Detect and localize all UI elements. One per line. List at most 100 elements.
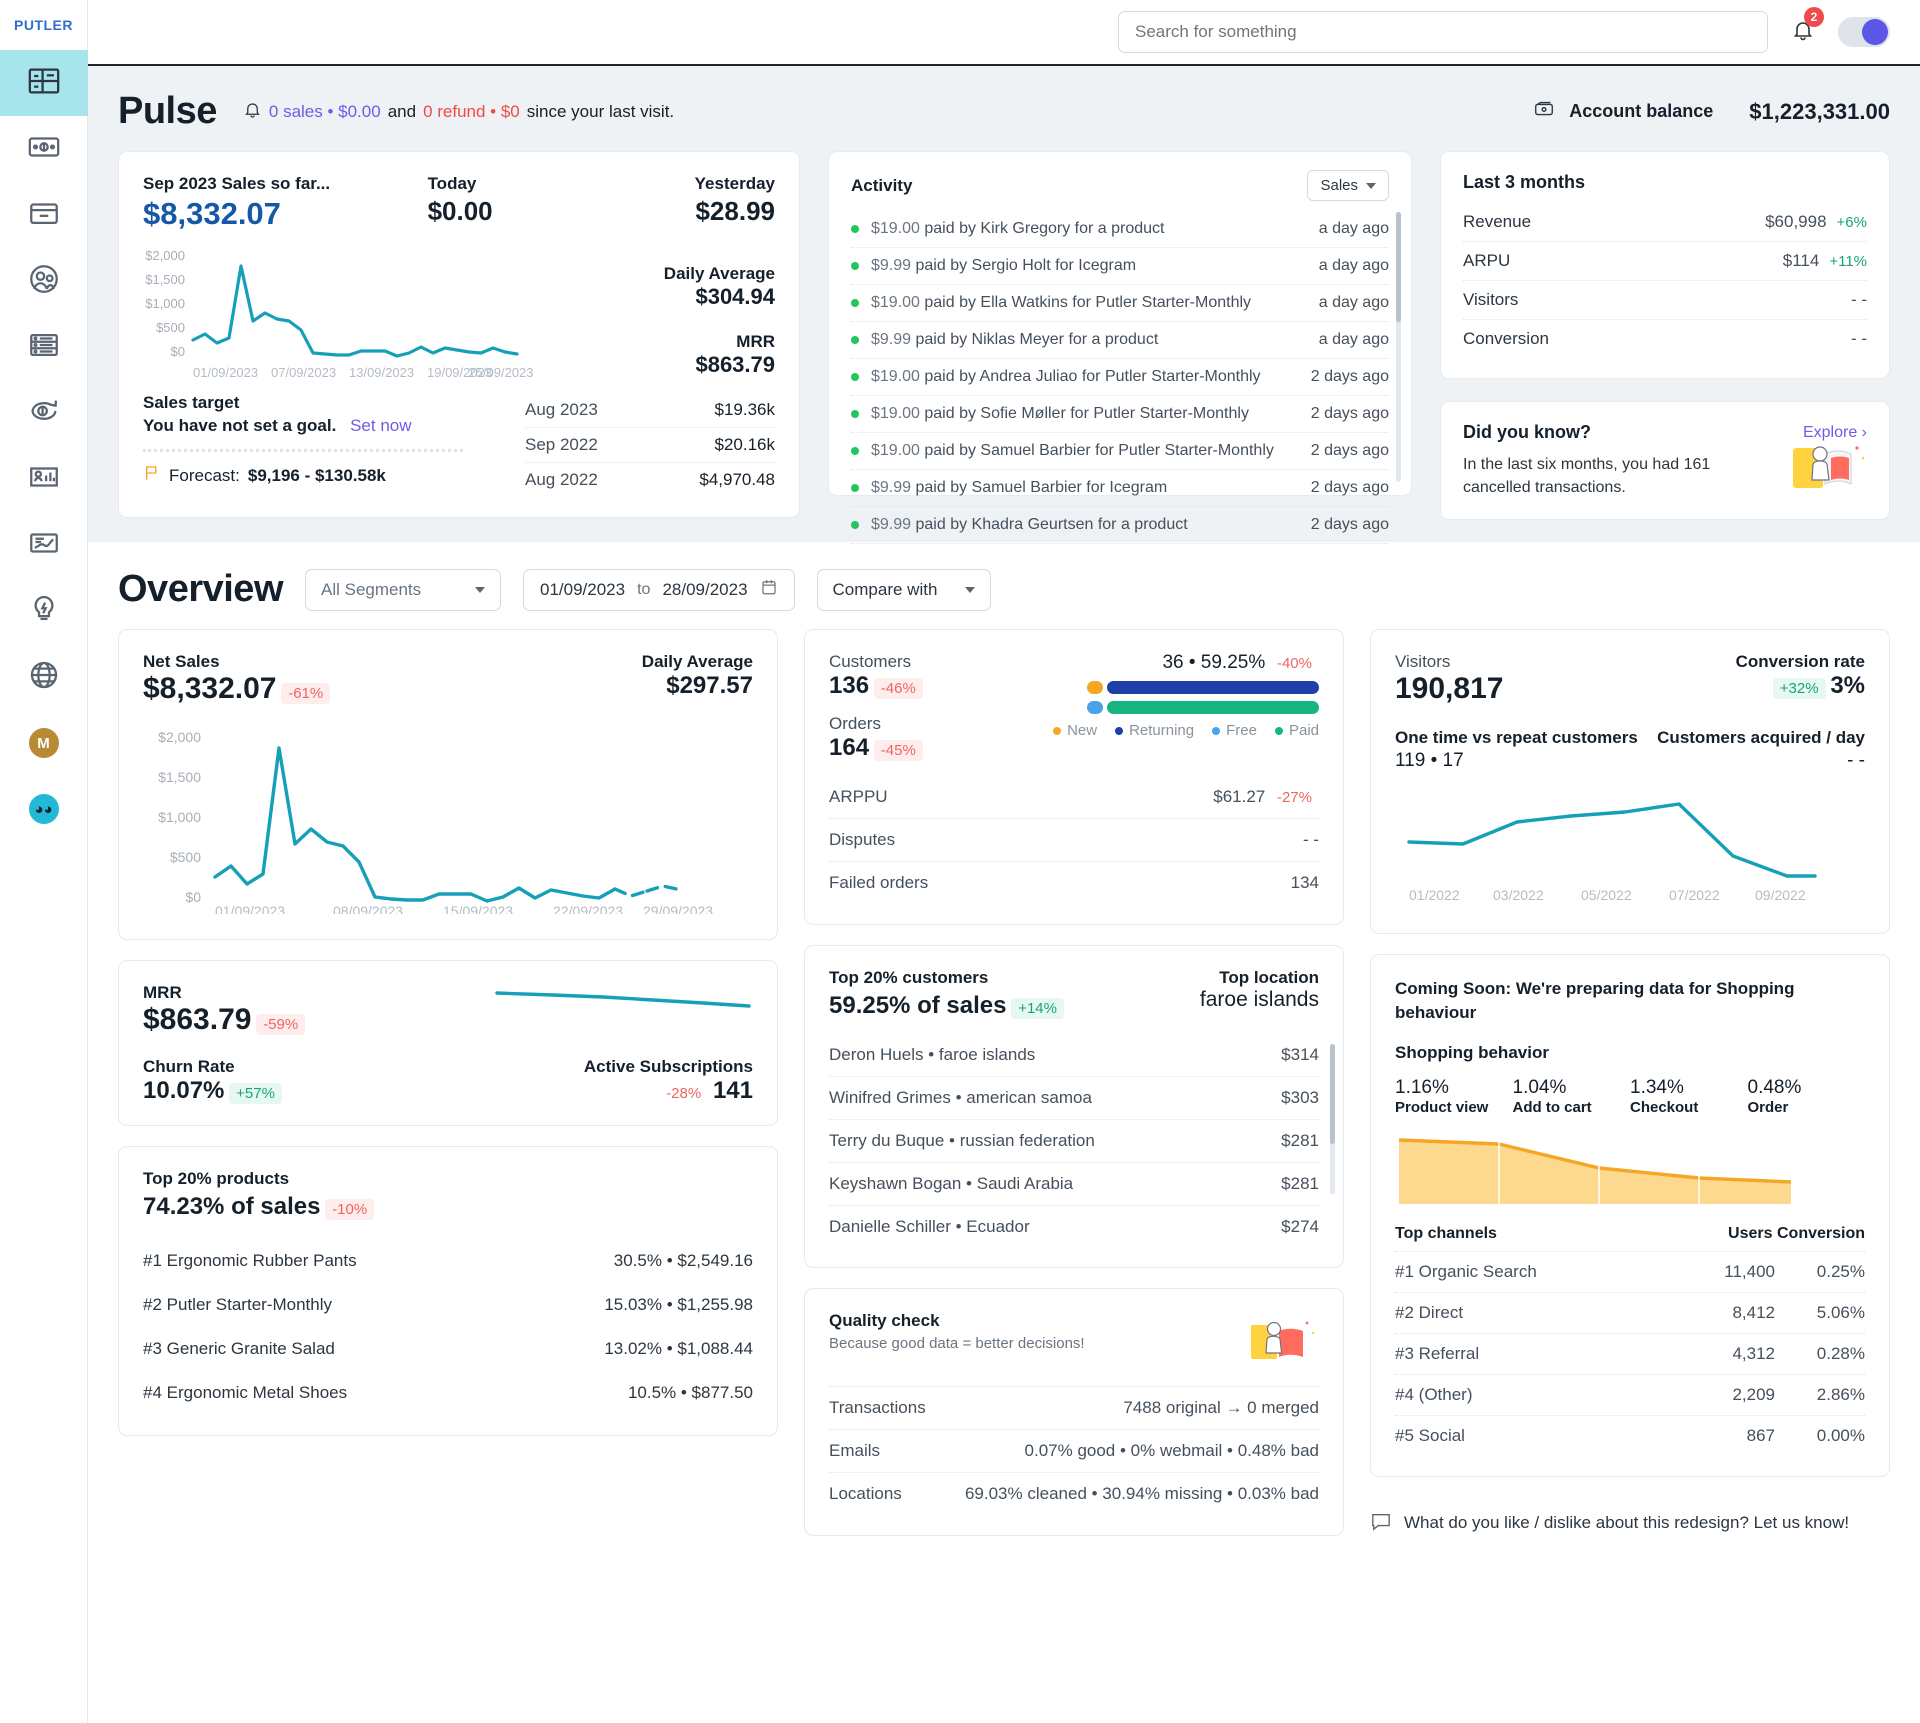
activity-scrollbar[interactable] [1396, 212, 1401, 482]
customers-split-block: 36 • 59.25% -40% New Returning Free Paid [1053, 652, 1319, 739]
segment-select[interactable]: All Segments [305, 568, 501, 611]
top-channels-table: Top channels Users Conversion #1 Organic… [1395, 1225, 1865, 1456]
list-item[interactable]: Danielle Schiller • Ecuador $274 [829, 1206, 1319, 1247]
step-pct: 1.34% [1630, 1076, 1684, 1098]
list-item[interactable]: Keyshawn Bogan • Saudi Arabia $281 [829, 1163, 1319, 1207]
search-input[interactable] [1135, 22, 1751, 42]
people-icon [27, 262, 61, 301]
overview-right-column: Visitors 190,817 Conversion rate +32% 3% [1370, 629, 1890, 1536]
history-value: $4,970.48 [699, 470, 775, 489]
sidebar-item-sales[interactable] [0, 116, 88, 182]
list-item[interactable]: $19.00 paid by Ella Watkins for Putler S… [851, 285, 1389, 322]
wallet-icon [1533, 98, 1555, 125]
compare-select[interactable]: Compare with [816, 568, 992, 611]
table-row: Locations 69.03% cleaned • 30.94% missin… [829, 1472, 1319, 1515]
compare-select-label: Compare with [832, 579, 938, 599]
sidebar-item-customers[interactable] [0, 248, 88, 314]
table-row: Transactions 7488 original → 0 merged [829, 1386, 1319, 1429]
product-value: 30.5% • $2,549.16 [613, 1251, 753, 1271]
churn-block: Churn Rate 10.07% +57% [143, 1057, 282, 1105]
set-goal-link[interactable]: Set now [350, 416, 411, 435]
mrr-label: MRR [143, 983, 182, 1003]
list-item[interactable]: $19.00 paid by Samuel Barbier for Putler… [851, 433, 1389, 470]
history-value: $20.16k [714, 435, 776, 454]
list-item[interactable]: $19.00 paid by Andrea Juliao for Putler … [851, 359, 1389, 396]
quality-value: 7488 original → 0 merged [1123, 1398, 1319, 1418]
activity-text: $9.99 paid by Sergio Holt for Icegram [871, 257, 1137, 274]
sales-target-label: Sales target [143, 393, 240, 412]
svg-text:25/09/2023: 25/09/2023 [468, 365, 533, 380]
svg-text:22/09/2023: 22/09/2023 [553, 903, 623, 914]
pulse-today-label: Today [427, 174, 477, 193]
list-item[interactable]: #1 Ergonomic Rubber Pants 30.5% • $2,549… [143, 1239, 753, 1283]
notifications-button[interactable]: 2 [1786, 7, 1824, 49]
channel-metrics: 8,412 5.06% [1732, 1302, 1865, 1322]
status-dot-icon [851, 299, 859, 307]
list-item[interactable]: #3 Generic Granite Salad 13.02% • $1,088… [143, 1327, 753, 1371]
svg-text:01/09/2023: 01/09/2023 [193, 365, 258, 380]
list-item[interactable]: $9.99 paid by Niklas Meyer for a product… [851, 322, 1389, 359]
list-item[interactable]: $9.99 paid by Sergio Holt for Icegram a … [851, 248, 1389, 285]
legend-item-paid: Paid [1274, 722, 1319, 739]
table-row: ARPU $114 +11% [1463, 242, 1867, 281]
metric-value: 134 [1290, 873, 1319, 893]
feedback-row[interactable]: What do you like / dislike about this re… [1370, 1511, 1890, 1536]
svg-text:08/09/2023: 08/09/2023 [333, 903, 403, 914]
customers-card: Customers 136 -46% Orders 164 -45% 36 • … [804, 629, 1344, 926]
table-row: #5 Social 867 0.00% [1395, 1416, 1865, 1456]
feedback-text: What do you like / dislike about this re… [1404, 1513, 1850, 1533]
net-sales-chart: $2,000 $1,500 $1,000 $500 $0 01/09/2023 … [158, 729, 713, 919]
sidebar-item-dashboard[interactable] [0, 50, 88, 116]
sidebar-item-account[interactable]: M [0, 710, 88, 776]
table-row: Aug 2023 $19.36k [525, 393, 775, 428]
sidebar-item-ideas[interactable] [0, 578, 88, 644]
customers-bar-free-paid [1069, 701, 1319, 715]
page-title: Pulse [118, 90, 217, 132]
top-customers-list[interactable]: Deron Huels • faroe islands $314 Winifre… [829, 1034, 1319, 1247]
history-value: $19.36k [714, 400, 776, 419]
list-item[interactable]: #4 Ergonomic Metal Shoes 10.5% • $877.50 [143, 1371, 753, 1415]
list-item[interactable]: $9.99 paid by Khadra Geurtsen for a prod… [851, 507, 1389, 544]
status-dot-icon [851, 447, 859, 455]
list-item[interactable]: $19.00 paid by Sofie Møller for Putler S… [851, 396, 1389, 433]
top-customers-scrollbar[interactable] [1330, 1044, 1335, 1195]
svg-text:29/09/2023: 29/09/2023 [643, 903, 713, 914]
sidebar-item-refunds[interactable] [0, 380, 88, 446]
list-item[interactable]: $9.99 paid by Samuel Barbier for Icegram… [851, 470, 1389, 507]
list-item[interactable]: Winifred Grimes • american samoa $303 [829, 1077, 1319, 1121]
brand-logo[interactable]: PUTLER [14, 0, 73, 50]
step-pct: 1.04% [1512, 1076, 1567, 1098]
churn-delta: +57% [229, 1083, 282, 1105]
theme-toggle[interactable] [1838, 17, 1890, 47]
customers-top: Customers 136 -46% Orders 164 -45% 36 • … [829, 652, 1319, 762]
sidebar-item-products[interactable] [0, 182, 88, 248]
sales-history-list: Aug 2023 $19.36k Sep 2022 $20.16k Aug 20… [525, 393, 775, 497]
step-label: Order [1747, 1098, 1789, 1116]
chevron-down-icon [965, 586, 976, 593]
sidebar-item-transactions[interactable] [0, 314, 88, 380]
activity-filter-select[interactable]: Sales [1307, 170, 1389, 201]
customers-value-row: 136 -46% [829, 672, 923, 700]
sidebar-item-audience[interactable] [0, 446, 88, 512]
svg-text:13/09/2023: 13/09/2023 [349, 365, 414, 380]
coming-soon-card: Coming Soon: We're preparing data for Sh… [1370, 954, 1890, 1477]
acquired-label: Customers acquired / day [1657, 728, 1865, 748]
top-customers-delta: +14% [1011, 998, 1064, 1020]
list-item[interactable]: Deron Huels • faroe islands $314 [829, 1034, 1319, 1078]
sidebar-item-insights[interactable] [0, 512, 88, 578]
overview-left-column: Net Sales $8,332.07 -61% Daily Average $… [118, 629, 778, 1437]
customer-value: $281 [1281, 1131, 1319, 1151]
bar-new [1087, 681, 1103, 695]
list-item[interactable]: $19.00 paid by Kirk Gregory for a produc… [851, 211, 1389, 248]
list-item[interactable]: Terry du Buque • russian federation $281 [829, 1120, 1319, 1164]
net-sales-value: $8,332.07 [143, 672, 277, 706]
sidebar-item-support[interactable]: ◕◕ [0, 776, 88, 842]
search-box[interactable] [1118, 11, 1768, 53]
sidebar-item-web[interactable] [0, 644, 88, 710]
product-value: 10.5% • $877.50 [627, 1383, 753, 1403]
mrr-delta: -59% [256, 1014, 306, 1036]
date-range-picker[interactable]: 01/09/2023 to 28/09/2023 [523, 568, 795, 611]
list-item[interactable]: #2 Putler Starter-Monthly 15.03% • $1,25… [143, 1283, 753, 1327]
pulse-mrr-value: $863.79 [695, 352, 775, 377]
activity-list[interactable]: $19.00 paid by Kirk Gregory for a produc… [851, 211, 1389, 544]
